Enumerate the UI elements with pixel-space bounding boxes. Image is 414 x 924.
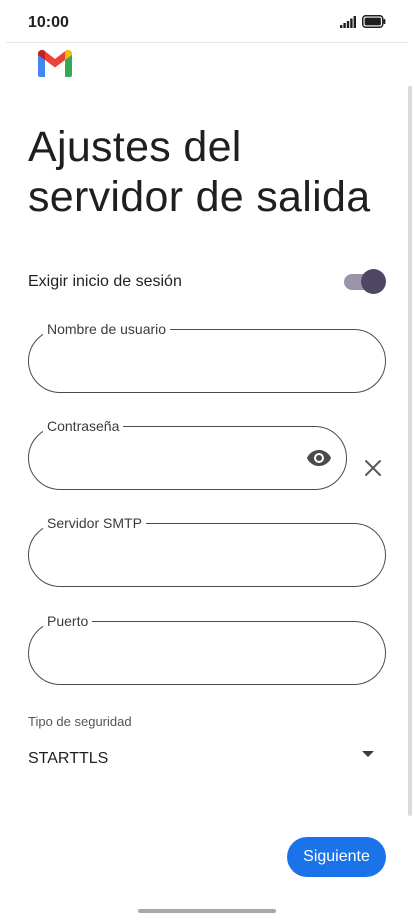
next-button[interactable]: Siguiente: [287, 837, 386, 877]
show-password-button[interactable]: [306, 447, 332, 469]
smtp-server-label: Servidor SMTP: [43, 514, 146, 532]
close-icon: [365, 460, 381, 476]
smtp-server-field[interactable]: Servidor SMTP: [28, 514, 386, 587]
require-login-label: Exigir inicio de sesión: [28, 273, 182, 290]
page-title: Ajustes del servidor de salida: [28, 123, 371, 221]
home-indicator[interactable]: [138, 909, 276, 913]
security-type-value: STARTTLS: [28, 750, 109, 767]
status-icons: [340, 15, 386, 28]
port-input[interactable]: [49, 640, 309, 668]
password-input[interactable]: [49, 445, 279, 473]
username-input[interactable]: [49, 348, 309, 376]
smtp-server-input[interactable]: [49, 542, 309, 570]
require-login-toggle[interactable]: [344, 269, 386, 295]
password-label: Contraseña: [43, 417, 124, 435]
status-time: 10:00: [28, 14, 69, 31]
gmail-logo-icon: [37, 49, 73, 77]
security-type-label: Tipo de seguridad: [28, 714, 132, 729]
signal-icon: [340, 16, 356, 28]
port-field[interactable]: Puerto: [28, 612, 386, 685]
password-field[interactable]: Contraseña: [28, 417, 347, 490]
username-label: Nombre de usuario: [43, 320, 171, 338]
caret-down-icon: [362, 751, 374, 757]
battery-icon: [362, 15, 386, 28]
toggle-thumb: [361, 269, 386, 294]
port-label: Puerto: [43, 612, 93, 630]
security-type-select[interactable]: STARTTLS: [28, 740, 384, 776]
status-bar: 10:00: [0, 0, 414, 44]
clear-password-button[interactable]: [362, 457, 384, 479]
require-login-row[interactable]: Exigir inicio de sesión: [28, 266, 386, 298]
scrollbar[interactable]: [408, 86, 412, 816]
status-divider: [6, 42, 408, 43]
username-field[interactable]: Nombre de usuario: [28, 320, 386, 393]
eye-icon: [307, 450, 331, 466]
